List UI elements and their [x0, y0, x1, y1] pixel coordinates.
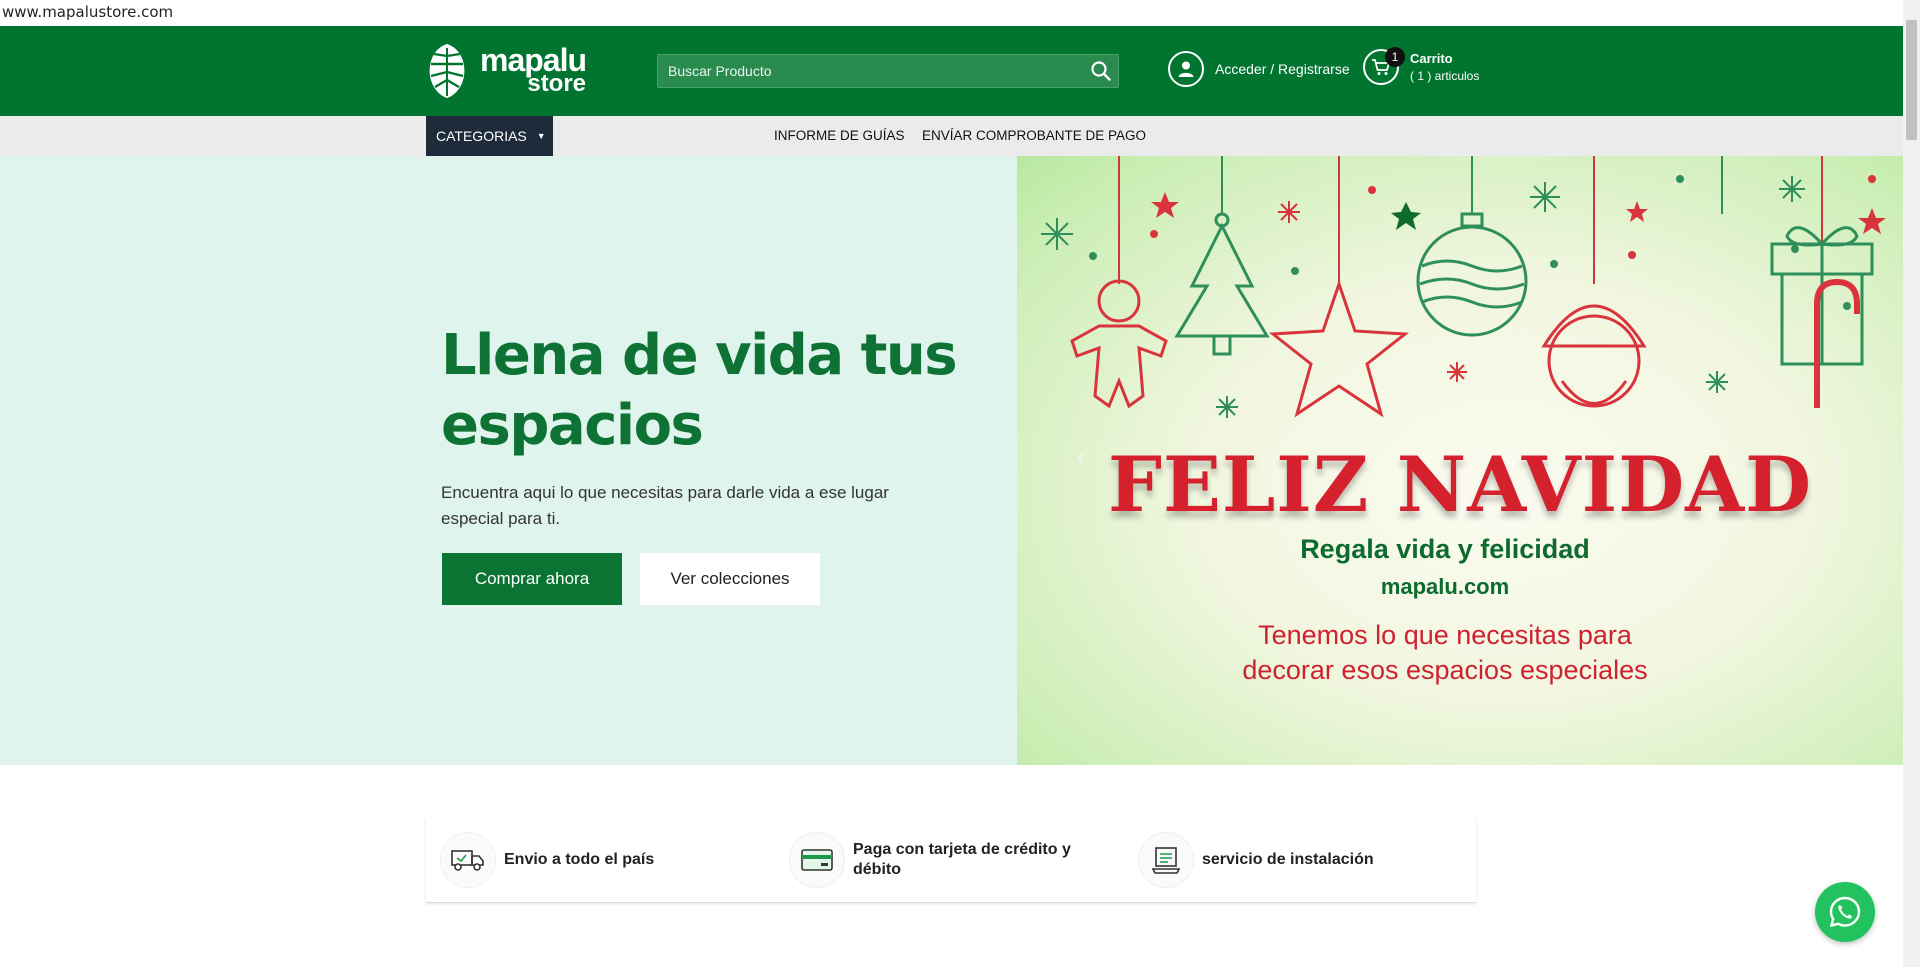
account-link[interactable]: Acceder / Registrarse: [1168, 51, 1350, 87]
delivery-truck-icon: [440, 832, 496, 888]
site-logo[interactable]: mapalu store: [426, 40, 591, 100]
scrollbar-thumb[interactable]: [1906, 20, 1917, 140]
nav-link-enviar-comprobante[interactable]: ENVÍAR COMPROBANTE DE PAGO: [922, 128, 1146, 143]
user-icon: [1168, 51, 1204, 87]
feature-installation-label: servicio de instalación: [1202, 851, 1374, 868]
whatsapp-chat-button[interactable]: [1815, 882, 1875, 942]
buy-now-button[interactable]: Comprar ahora: [442, 553, 622, 605]
cart-link[interactable]: 1 Carrito ( 1 ) articulos: [1363, 47, 1480, 85]
christmas-banner-carousel[interactable]: ‹ › FELIZ NAVIDAD Regala vida y felicida…: [1017, 156, 1903, 765]
installation-service-icon: [1138, 832, 1194, 888]
banner-site: mapalu.com: [1380, 574, 1510, 599]
shopping-cart-icon: 1: [1363, 47, 1405, 85]
credit-card-icon: [789, 832, 845, 888]
page-scrollbar[interactable]: [1903, 0, 1920, 967]
view-collections-button[interactable]: Ver colecciones: [640, 553, 820, 605]
features-strip: Envio a todo el país Paga con tarjeta de…: [426, 818, 1476, 903]
banner-message-text: Tenemos lo que necesitas para decorar es…: [1242, 620, 1648, 685]
feature-card-payment: Paga con tarjeta de crédito y débito: [789, 832, 1083, 888]
hero-subtitle: Encuentra aqui lo que necesitas para dar…: [441, 483, 889, 528]
banner-message: Tenemos lo que necesitas para decorar es…: [1017, 618, 1903, 688]
feature-shipping: Envio a todo el país: [440, 832, 734, 888]
feature-installation: servicio de instalación: [1138, 832, 1432, 888]
account-label: Acceder / Registrarse: [1215, 61, 1350, 77]
hero-section: Llena de vida tus espacios Encuentra aqu…: [0, 156, 1017, 765]
whatsapp-icon: [1829, 896, 1861, 928]
banner-headline: FELIZ NAVIDAD: [1107, 440, 1812, 529]
caret-down-icon: ▼: [536, 131, 546, 141]
banner-tagline: Regala vida y felicidad: [1300, 534, 1590, 564]
categories-dropdown[interactable]: CATEGORIAS ▼: [426, 116, 553, 156]
monstera-leaf-icon: [429, 44, 465, 98]
search-icon[interactable]: [1090, 60, 1112, 82]
search-bar: [657, 54, 1119, 88]
cart-item-count: ( 1 ) articulos: [1410, 69, 1480, 83]
categories-label: CATEGORIAS: [436, 128, 527, 144]
cart-title: Carrito: [1410, 51, 1453, 66]
nav-link-informe-guias[interactable]: INFORME DE GUÍAS: [774, 128, 905, 143]
feature-shipping-label: Envio a todo el país: [504, 851, 655, 868]
site-header: mapalu store Acceder / Registrarse 1 Car…: [0, 26, 1903, 116]
main-nav: CATEGORIAS ▼ INFORME DE GUÍAS ENVÍAR COM…: [0, 116, 1903, 156]
cart-count-badge: 1: [1385, 47, 1405, 67]
feature-card-payment-label: Paga con tarjeta de crédito y débito: [853, 841, 1071, 878]
search-input[interactable]: [658, 55, 1078, 87]
hero-title: Llena de vida tus espacios: [441, 323, 958, 458]
browser-url: www.mapalustore.com: [0, 0, 1920, 26]
